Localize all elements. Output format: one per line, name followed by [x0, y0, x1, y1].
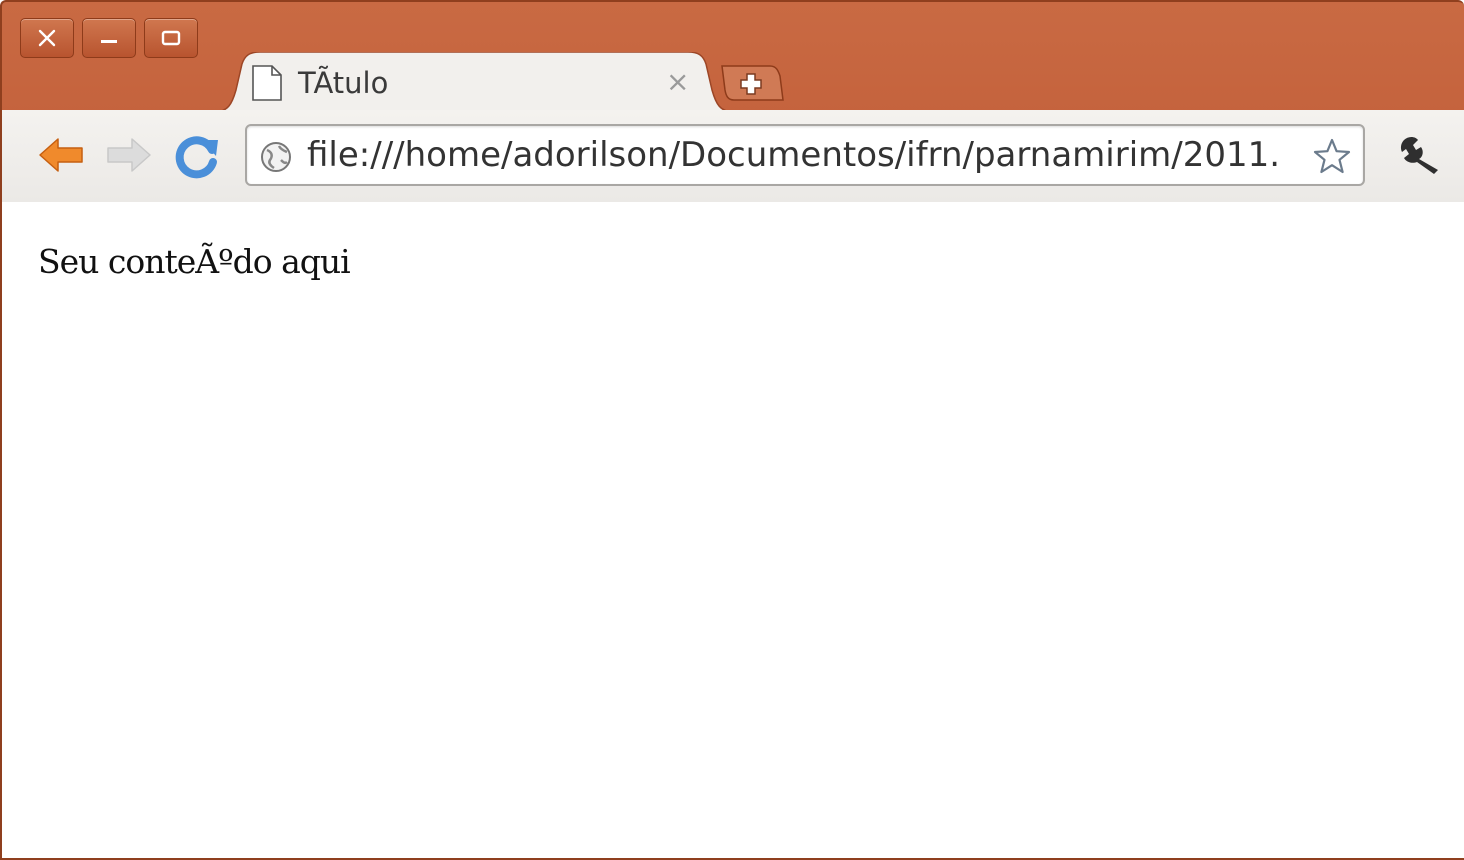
browser-toolbar: file:///home/adorilson/Documentos/ifrn/p… [2, 110, 1464, 204]
window-minimize-button[interactable] [82, 18, 136, 58]
tab-title: TÃtulo [298, 66, 389, 100]
forward-arrow-icon[interactable] [104, 134, 154, 176]
new-tab-icon [721, 65, 784, 101]
tab-active[interactable]: TÃtulo × [214, 52, 734, 112]
url-text[interactable]: file:///home/adorilson/Documentos/ifrn/p… [307, 126, 1307, 184]
star-icon[interactable] [1313, 138, 1351, 174]
page-text: Seu conteÃºdo aqui [38, 242, 351, 281]
tab-background [214, 52, 734, 112]
window-controls [20, 18, 198, 58]
browser-window: TÃtulo × file:///home/adorilson/Document… [0, 0, 1464, 860]
window-maximize-button[interactable] [144, 18, 198, 58]
globe-icon [261, 142, 291, 172]
page-content: Seu conteÃºdo aqui [2, 202, 1464, 858]
close-icon [38, 29, 56, 47]
wrench-icon[interactable] [1398, 134, 1444, 176]
reload-icon[interactable] [172, 132, 220, 180]
window-close-button[interactable] [20, 18, 74, 58]
page-icon [252, 65, 282, 101]
back-arrow-icon[interactable] [36, 134, 86, 176]
address-bar[interactable]: file:///home/adorilson/Documentos/ifrn/p… [245, 124, 1365, 186]
minimize-icon [101, 40, 117, 43]
new-tab-button[interactable] [720, 64, 784, 102]
tab-close-icon[interactable]: × [666, 64, 689, 100]
maximize-icon [161, 30, 181, 46]
